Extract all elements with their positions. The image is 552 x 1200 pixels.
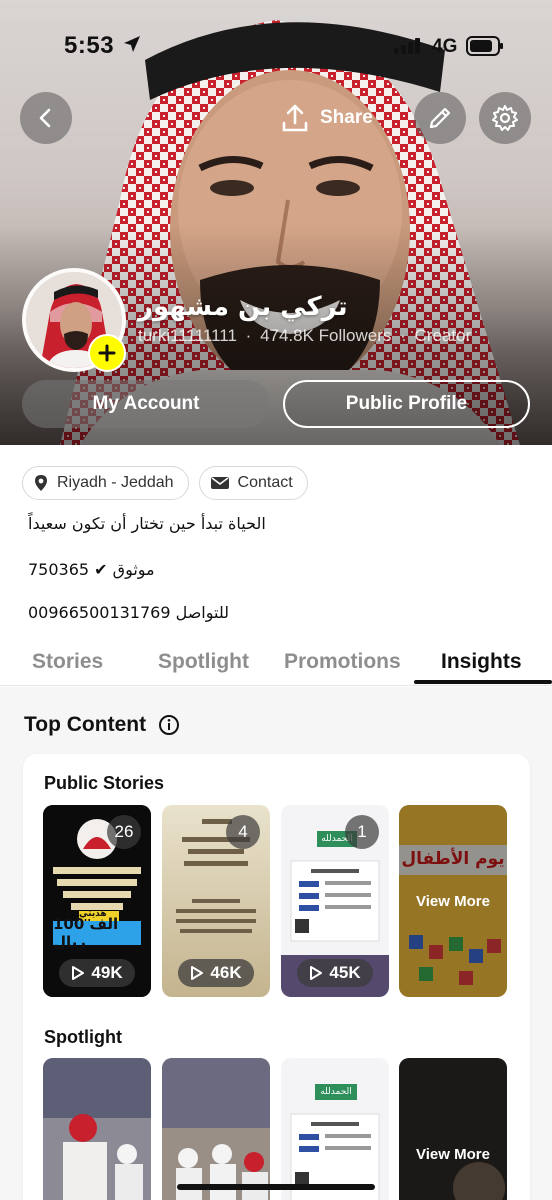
meta-separator: · [245, 326, 252, 345]
spotlight-preview [281, 1058, 389, 1200]
tab-insights[interactable]: Insights [441, 650, 522, 674]
top-content-heading: Top Content [24, 713, 180, 737]
info-icon[interactable] [158, 714, 180, 736]
views-count: 49K [91, 963, 123, 982]
status-bar: 5:53 4G [0, 28, 552, 64]
profile-avatar[interactable] [22, 268, 126, 372]
spotlight-thumbnail[interactable] [162, 1058, 270, 1200]
location-label: Riyadh - Jeddah [57, 474, 174, 491]
network-type: 4G [432, 36, 458, 57]
spotlight-thumbnail[interactable] [43, 1058, 151, 1200]
gear-icon [492, 105, 518, 131]
plus-icon [98, 344, 116, 362]
views-count: 45K [329, 963, 361, 982]
views-pill: 45K [297, 959, 373, 987]
spotlight-title: Spotlight [44, 1027, 122, 1047]
my-account-button[interactable]: My Account [22, 380, 270, 428]
spotlight-tag: الحمدلله [315, 1084, 357, 1100]
chevron-left-icon [39, 108, 51, 128]
mail-icon [210, 477, 229, 489]
top-content-title: Top Content [24, 713, 147, 736]
spotlight-preview [43, 1058, 151, 1200]
cellular-signal-icon [394, 38, 420, 54]
share-label: Share [320, 107, 373, 128]
story-count-badge: 26 [107, 815, 141, 849]
display-name: تركي بن مشهور [138, 292, 348, 322]
story-thumbnail[interactable]: هديتي لك 100 الف ريال 26 49K [43, 805, 151, 997]
active-tab-indicator [414, 680, 552, 684]
play-icon [191, 966, 204, 980]
bio-line: للتواصل 00966500131769 [28, 603, 230, 622]
story-count-badge: 1 [345, 815, 379, 849]
bio-line: موثوق ✔ 750365 [28, 560, 155, 579]
bio-line: الحياة تبدأ حين تختار أن تكون سعيداً [28, 514, 266, 533]
edit-button[interactable] [414, 92, 466, 144]
tab-promotions[interactable]: Promotions [284, 650, 401, 674]
story-thumbnail[interactable]: 4 46K [162, 805, 270, 997]
username: turki11111111 [138, 326, 237, 345]
back-button[interactable] [20, 92, 72, 144]
add-friend-badge[interactable] [88, 334, 126, 372]
meta-separator: · [400, 326, 406, 345]
public-stories-title: Public Stories [44, 773, 165, 793]
battery-icon [466, 36, 503, 56]
share-button[interactable]: Share [280, 96, 373, 140]
home-indicator[interactable] [177, 1184, 375, 1190]
location-arrow-icon [124, 36, 140, 52]
views-pill: 46K [178, 959, 254, 987]
location-chip[interactable]: Riyadh - Jeddah [22, 466, 189, 500]
tab-spotlight[interactable]: Spotlight [158, 650, 249, 674]
views-pill: 49K [59, 959, 135, 987]
view-more-label: View More [399, 1058, 507, 1200]
contact-chip[interactable]: Contact [198, 466, 308, 500]
pencil-icon [429, 107, 451, 129]
creator-label: Creator [414, 326, 472, 345]
spotlight-preview [162, 1058, 270, 1200]
profile-meta: turki11111111 · 474.8K Followers · Creat… [138, 326, 475, 346]
share-icon [282, 104, 308, 132]
prize-banner: 100 الف ريال [53, 915, 141, 951]
play-icon [310, 966, 323, 980]
settings-button[interactable] [479, 92, 531, 144]
public-profile-button[interactable]: Public Profile [283, 380, 530, 428]
spotlight-thumbnail[interactable]: الحمدلله [281, 1058, 389, 1200]
tab-stories[interactable]: Stories [32, 650, 103, 674]
profile-tabs: Stories Spotlight Promotions Insights [0, 646, 552, 686]
view-more-label: View More [399, 805, 507, 997]
contact-label: Contact [237, 474, 293, 491]
location-pin-icon [35, 475, 47, 491]
play-icon [72, 966, 85, 980]
profile-chips: Riyadh - Jeddah Contact [22, 466, 308, 500]
followers-count[interactable]: 474.8K Followers [260, 326, 391, 345]
views-count: 46K [210, 963, 242, 982]
story-count-badge: 4 [226, 815, 260, 849]
view-more-tile[interactable]: View More [399, 1058, 507, 1200]
view-more-tile[interactable]: يوم الأطفال View More [399, 805, 507, 997]
status-time: 5:53 [64, 32, 115, 59]
profile-header: 5:53 4G Share تركي بن مشهور turki1111111… [0, 0, 552, 445]
story-thumbnail[interactable]: الحمدلله 1 45K [281, 805, 389, 997]
